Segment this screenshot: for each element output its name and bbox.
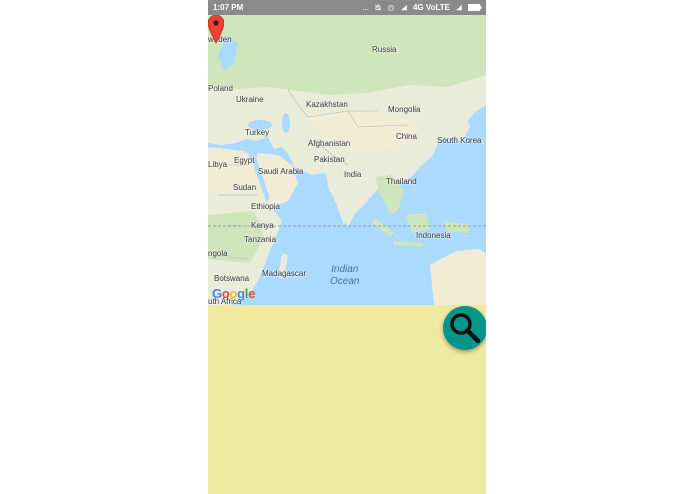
forest-north (208, 15, 486, 95)
borneo (406, 213, 430, 233)
alarm-icon (388, 5, 394, 11)
google-logo: Google (212, 286, 256, 301)
map-label-pakistan: Pakistan (314, 155, 345, 164)
caspian-sea (282, 113, 290, 133)
map-label-sudan: Sudan (233, 183, 257, 192)
map-label-russia: Russia (372, 45, 397, 54)
map-label-madagascar: Madagascar (262, 269, 307, 278)
map-view[interactable]: Russia weden Poland Ukraine Kazakhstan M… (208, 15, 486, 305)
status-bar: 1:07 PM ... 4G VoLTE (208, 0, 486, 15)
map-label-thailand: Thailand (386, 177, 417, 186)
map-label-turkey: Turkey (245, 128, 270, 137)
signal-icon (401, 4, 407, 11)
map-label-ukraine: Ukraine (236, 95, 264, 104)
map-label-indian-ocean: Indian Ocean (330, 264, 360, 287)
map-label-poland: Poland (208, 84, 233, 93)
battery-icon (468, 4, 482, 11)
mute-icon (374, 4, 382, 11)
signal-icon (456, 4, 462, 11)
status-icons: ... 4G VoLTE (362, 3, 482, 12)
map-label-tanzania: Tanzania (244, 235, 277, 244)
map-label-indonesia: Indonesia (416, 231, 451, 240)
network-type: 4G VoLTE (412, 3, 450, 12)
map-label-kenya: Kenya (251, 221, 274, 230)
map-label-afghanistan: Afghanistan (308, 139, 351, 148)
map-label-saudi-arabia: Saudi Arabia (258, 167, 304, 176)
map-label-india: India (344, 170, 362, 179)
map-marker-icon[interactable] (208, 15, 224, 45)
java (394, 241, 424, 247)
phone-screen: 1:07 PM ... 4G VoLTE Russia weden Poland… (208, 0, 486, 494)
map-label-angola: ngola (208, 249, 228, 258)
search-fab-button[interactable] (443, 306, 486, 350)
map-label-china: China (396, 132, 417, 141)
status-time: 1:07 PM (213, 3, 244, 12)
map-label-egypt: Egypt (234, 156, 255, 165)
map-label-kazakhstan: Kazakhstan (306, 100, 348, 109)
map-label-mongolia: Mongolia (388, 105, 421, 114)
status-dots: ... (362, 3, 369, 12)
search-icon (450, 313, 481, 344)
map-label-south-korea: South Korea (437, 136, 482, 145)
map-label-ethiopia: Ethiopia (251, 202, 280, 211)
australia (430, 249, 486, 305)
map-label-libya: Libya (208, 160, 228, 169)
map-label-botswana: Botswana (214, 274, 250, 283)
sumatra (372, 219, 394, 237)
